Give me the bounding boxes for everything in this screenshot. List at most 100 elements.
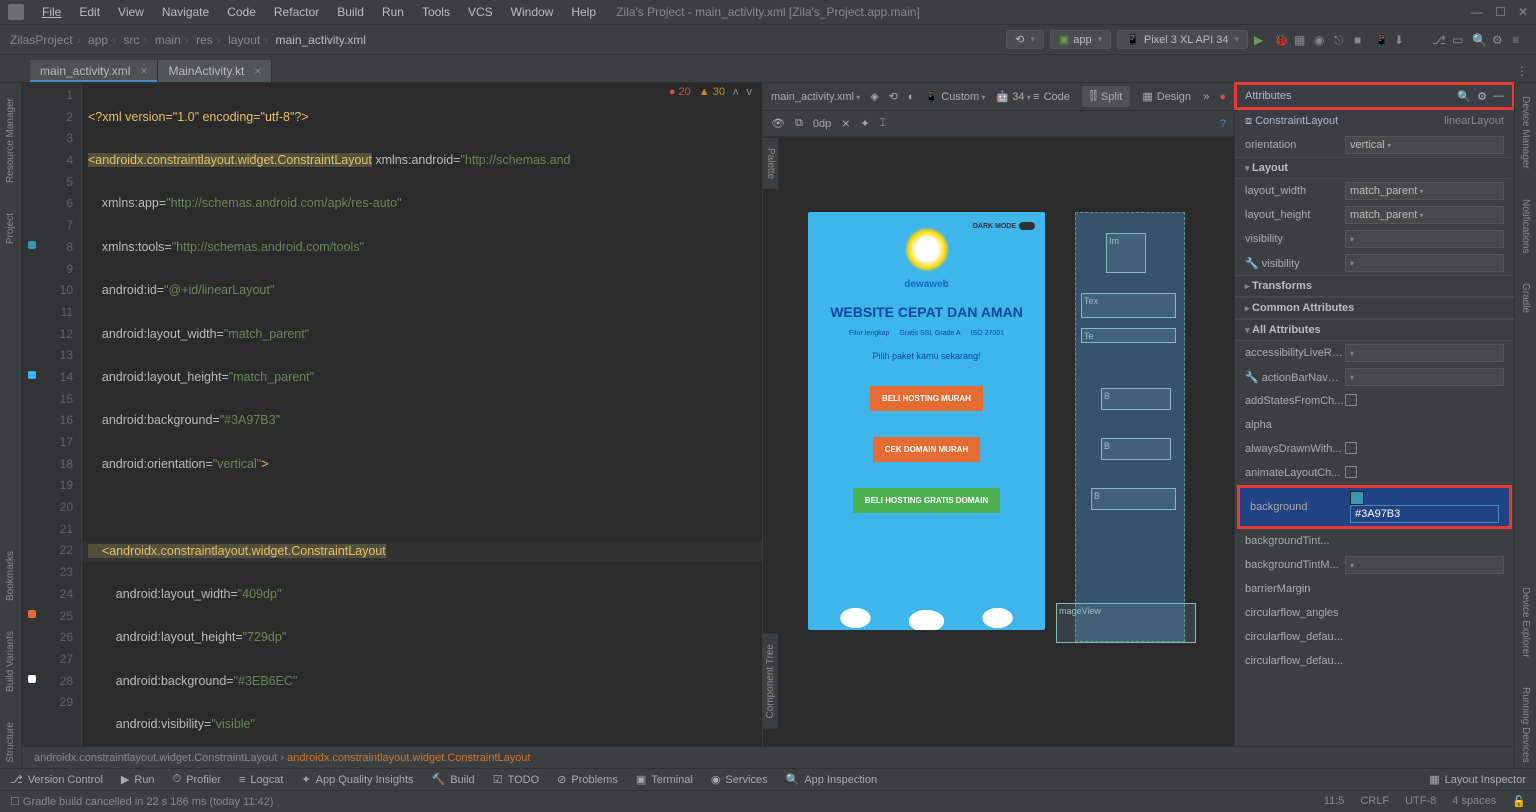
avd-icon[interactable]: 📱 — [1374, 33, 1388, 47]
tabs-overflow-icon[interactable]: ⋮ — [1508, 60, 1536, 82]
sidebar-build-variants[interactable]: Build Variants — [3, 626, 18, 697]
attr-alwaysdrawn[interactable]: alwaysDrawnWith... — [1235, 437, 1514, 461]
menu-navigate[interactable]: Navigate — [154, 3, 217, 21]
attach-debugger-icon[interactable]: ⎋ — [1334, 33, 1348, 47]
help-icon[interactable]: ? — [1220, 118, 1226, 130]
module-selector[interactable]: ▣ app▾ — [1050, 30, 1111, 49]
menu-run[interactable]: Run — [374, 3, 412, 21]
attr-cf-angles[interactable]: circularflow_angles — [1235, 601, 1514, 625]
line-ending[interactable]: CRLF — [1360, 795, 1389, 808]
menu-file[interactable]: File — [34, 3, 69, 21]
close-icon[interactable]: × — [140, 64, 147, 78]
tab-mainactivity-kt[interactable]: MainActivity.kt× — [158, 60, 272, 82]
device-picker[interactable]: 📱 Custom — [925, 90, 986, 103]
clear-constraints-icon[interactable]: ⨯ — [841, 117, 850, 130]
notifications-icon[interactable]: ≡ — [1512, 33, 1526, 47]
sidebar-device-explorer[interactable]: Device Explorer — [1518, 582, 1533, 663]
sidebar-gradle[interactable]: Gradle — [1518, 278, 1533, 318]
sidebar-structure[interactable]: Structure — [3, 717, 18, 768]
debug-icon[interactable]: 🐞 — [1274, 33, 1288, 47]
design-canvas[interactable]: DARK MODE dewaweb WEBSITE CEPAT DAN AMAN… — [763, 137, 1234, 768]
git-icon[interactable]: ⎇ — [1432, 33, 1446, 47]
close-icon[interactable]: × — [254, 64, 261, 78]
device-selector[interactable]: 📱 Pixel 3 XL API 34▾ — [1117, 30, 1248, 49]
blueprint-preview[interactable]: Im Tex Te B B B mageView — [1075, 212, 1185, 642]
status-lock-icon[interactable]: 🔓 — [1512, 795, 1526, 808]
caret-position[interactable]: 11:5 — [1324, 795, 1345, 808]
sidebar-resource-manager[interactable]: Resource Manager — [3, 93, 18, 188]
eye-icon[interactable]: 👁 — [771, 117, 785, 130]
run-icon[interactable]: ▶ — [1254, 33, 1268, 47]
tab-main-activity-xml[interactable]: main_activity.xml× — [30, 60, 158, 82]
warning-count-icon[interactable]: ▲ 30 — [699, 86, 725, 98]
design-error-icon[interactable]: ● — [1219, 91, 1226, 103]
view-mode-split[interactable]: ⫿⫿ Split — [1082, 86, 1130, 107]
sync-gradle-button[interactable]: ⟲▾ — [1006, 30, 1044, 49]
design-file-dropdown[interactable]: main_activity.xml — [771, 91, 860, 103]
attr-addstates[interactable]: addStatesFromCh... — [1235, 389, 1514, 413]
view-mode-design[interactable]: ▦ Design — [1134, 86, 1199, 107]
attr-accessibility[interactable]: accessibilityLiveRe... — [1235, 341, 1514, 365]
menu-build[interactable]: Build — [329, 3, 372, 21]
tab-app-quality[interactable]: ✦ App Quality Insights — [301, 773, 413, 786]
menu-help[interactable]: Help — [563, 3, 604, 21]
section-all[interactable]: All Attributes — [1235, 319, 1514, 341]
section-common[interactable]: Common Attributes — [1235, 297, 1514, 319]
menu-tools[interactable]: Tools — [414, 3, 458, 21]
design-preview[interactable]: DARK MODE dewaweb WEBSITE CEPAT DAN AMAN… — [808, 212, 1045, 630]
menu-refactor[interactable]: Refactor — [266, 3, 327, 21]
sidebar-bookmarks[interactable]: Bookmarks — [3, 546, 18, 606]
tab-todo[interactable]: ☑ TODO — [493, 773, 539, 786]
attr-bgtint[interactable]: backgroundTint... — [1235, 529, 1514, 553]
attr-hide-icon[interactable]: — — [1493, 90, 1504, 102]
magnet-icon[interactable]: ⧉ — [795, 117, 803, 130]
default-margins[interactable]: 0dp — [813, 118, 831, 130]
attr-cf-def1[interactable]: circularflow_defau... — [1235, 625, 1514, 649]
window-maximize-icon[interactable]: ☐ — [1495, 5, 1506, 19]
menu-vcs[interactable]: VCS — [460, 3, 501, 21]
surface-icon[interactable]: ◈ — [870, 90, 878, 103]
emulator-icon[interactable]: ▭ — [1452, 33, 1466, 47]
window-close-icon[interactable]: ✕ — [1518, 5, 1528, 19]
tab-build[interactable]: 🔨 Build — [432, 773, 475, 786]
profile-icon[interactable]: ◉ — [1314, 33, 1328, 47]
menu-window[interactable]: Window — [503, 3, 562, 21]
attr-orientation[interactable]: orientation vertical — [1235, 133, 1514, 157]
stop-icon[interactable]: ■ — [1354, 33, 1368, 47]
background-input[interactable] — [1350, 505, 1499, 523]
menu-code[interactable]: Code — [219, 3, 264, 21]
view-mode-code[interactable]: ≡ Code — [1025, 87, 1078, 107]
tab-profiler[interactable]: ⏱ Profiler — [173, 773, 221, 786]
attr-visibility[interactable]: visibility — [1235, 227, 1514, 251]
tab-logcat[interactable]: ≡ Logcat — [239, 774, 283, 786]
sidebar-device-manager[interactable]: Device Manager — [1518, 91, 1533, 174]
breadcrumb[interactable]: ZilasProject› app› src› main› res› layou… — [10, 33, 366, 47]
orientation-icon[interactable]: ⟲ — [889, 90, 898, 103]
sidebar-notifications[interactable]: Notifications — [1518, 194, 1533, 258]
attr-alpha[interactable]: alpha — [1235, 413, 1514, 437]
night-icon[interactable]: ◐ — [908, 91, 915, 103]
code-editor[interactable]: ● 20 ▲ 30 ʌ v 1234567 8 910111213 14 151… — [22, 83, 762, 768]
attr-bgtintmode[interactable]: backgroundTintM... — [1235, 553, 1514, 577]
attr-background[interactable]: background — [1237, 485, 1512, 529]
attr-actionbar[interactable]: 🔧 actionBarNavMo... — [1235, 365, 1514, 389]
sidebar-project[interactable]: Project — [3, 208, 18, 249]
tab-services[interactable]: ◉ Services — [711, 773, 768, 786]
component-tree-tab[interactable]: Component Tree — [763, 634, 778, 729]
inspect-up-icon[interactable]: ʌ — [733, 86, 739, 98]
attr-settings-icon[interactable]: ⚙ — [1477, 90, 1487, 103]
tab-app-inspection[interactable]: 🔍 App Inspection — [786, 773, 877, 786]
attr-layout-width[interactable]: layout_width match_parent — [1235, 179, 1514, 203]
section-layout[interactable]: Layout — [1235, 157, 1514, 179]
overflow-icon[interactable]: » — [1203, 91, 1209, 103]
attr-barriermargin[interactable]: barrierMargin — [1235, 577, 1514, 601]
indent-setting[interactable]: 4 spaces — [1452, 795, 1496, 808]
sdk-icon[interactable]: ⬇ — [1394, 33, 1408, 47]
guidelines-icon[interactable]: ⌶ — [880, 117, 887, 130]
attr-animatelayout[interactable]: animateLayoutCh... — [1235, 461, 1514, 485]
attr-layout-height[interactable]: layout_height match_parent — [1235, 203, 1514, 227]
attr-tools-visibility[interactable]: 🔧 visibility — [1235, 251, 1514, 275]
tab-problems[interactable]: ⊘ Problems — [557, 773, 618, 786]
error-count-icon[interactable]: ● 20 — [669, 86, 691, 98]
gutter[interactable]: 1234567 8 910111213 14 15161718192021222… — [22, 83, 82, 768]
